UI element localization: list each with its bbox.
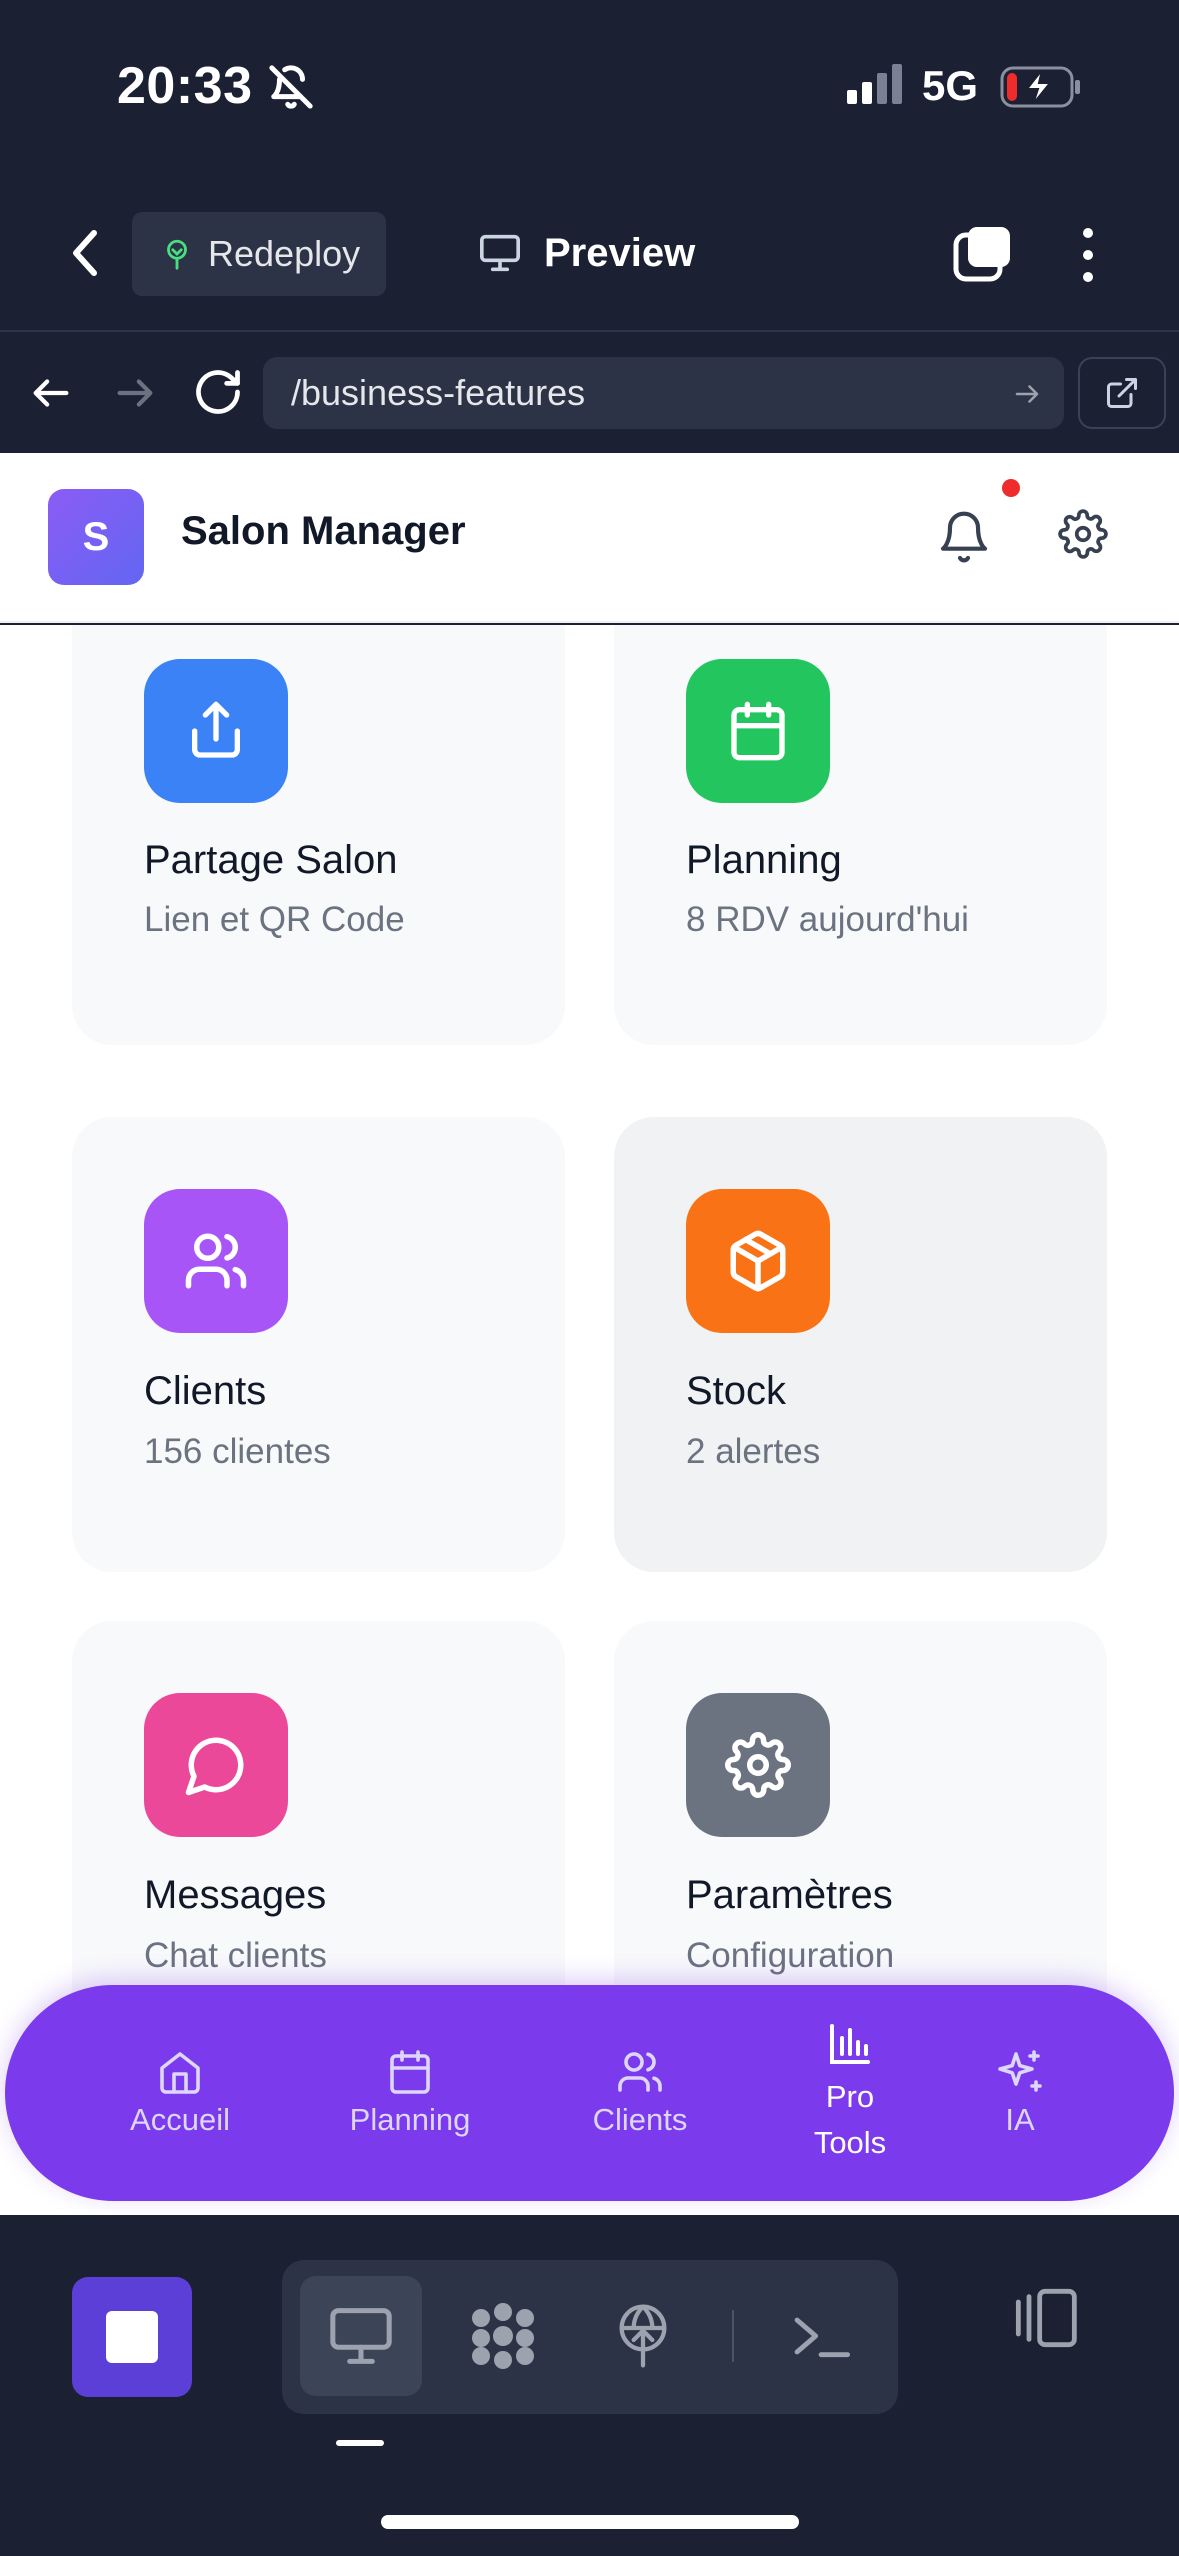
nav-label: Clients bbox=[592, 2102, 688, 2137]
bell-icon[interactable] bbox=[936, 509, 992, 565]
url-row: /business-features bbox=[0, 330, 1179, 453]
status-time: 20:33 bbox=[117, 57, 253, 115]
dev-dock bbox=[0, 2215, 1179, 2556]
bar-chart-icon bbox=[830, 2024, 870, 2064]
chevron-left-icon[interactable] bbox=[62, 225, 110, 281]
card-title: Stock bbox=[686, 1369, 787, 1413]
stop-icon bbox=[106, 2311, 158, 2363]
nav-label: Accueil bbox=[130, 2102, 230, 2137]
salon-avatar[interactable]: S bbox=[48, 489, 144, 585]
network-type: 5G bbox=[922, 62, 979, 109]
arrow-right-icon[interactable] bbox=[112, 370, 158, 416]
redeploy-button[interactable]: Redeploy bbox=[132, 212, 386, 296]
package-icon bbox=[686, 1189, 830, 1333]
card-planning[interactable]: Planning 8 RDV aujourd'hui bbox=[614, 625, 1107, 1045]
notification-dot bbox=[1002, 479, 1020, 497]
app-header: S Salon Manager bbox=[0, 453, 1179, 623]
preview-label: Preview bbox=[544, 230, 696, 275]
nav-ia[interactable]: IA bbox=[945, 1985, 1095, 2201]
nav-label: Pro Tools bbox=[813, 2079, 887, 2160]
terminal-icon bbox=[794, 2317, 851, 2358]
users-icon bbox=[144, 1189, 288, 1333]
card-title: Paramètres bbox=[686, 1873, 893, 1917]
url-text: /business-features bbox=[291, 372, 586, 413]
message-icon bbox=[144, 1693, 288, 1837]
monitor-icon bbox=[480, 234, 520, 272]
settings-gear-icon[interactable] bbox=[1058, 509, 1108, 559]
nav-pro-tools[interactable]: Pro Tools bbox=[755, 1985, 945, 2201]
redeploy-label: Redeploy bbox=[208, 233, 361, 274]
battery-charging-icon bbox=[1000, 66, 1080, 108]
share-icon bbox=[144, 659, 288, 803]
more-vertical-icon[interactable] bbox=[1078, 225, 1098, 285]
open-external-button[interactable] bbox=[1078, 357, 1166, 429]
cluster-icon bbox=[472, 2303, 534, 2369]
url-input[interactable]: /business-features bbox=[263, 357, 1064, 429]
preview-toggle[interactable]: Preview bbox=[478, 223, 695, 283]
nav-label: Planning bbox=[349, 2102, 471, 2137]
active-indicator bbox=[336, 2440, 384, 2446]
calendar-icon bbox=[686, 659, 830, 803]
card-title: Clients bbox=[144, 1369, 267, 1413]
bell-off-icon bbox=[269, 65, 313, 109]
preview-view-button[interactable] bbox=[300, 2276, 422, 2396]
globe-upload-icon bbox=[619, 2304, 667, 2368]
calendar-icon bbox=[390, 2050, 430, 2094]
stop-button[interactable] bbox=[72, 2277, 192, 2397]
deploy-view-button[interactable] bbox=[582, 2276, 704, 2396]
app-title: Salon Manager bbox=[181, 509, 466, 553]
home-indicator[interactable] bbox=[381, 2515, 799, 2529]
card-subtitle: Lien et QR Code bbox=[144, 900, 405, 939]
home-icon bbox=[160, 2052, 200, 2094]
users-icon bbox=[618, 2052, 662, 2092]
reload-icon[interactable] bbox=[192, 366, 244, 418]
sparkles-icon bbox=[998, 2050, 1042, 2092]
card-title: Partage Salon bbox=[144, 838, 398, 882]
terminal-view-button[interactable] bbox=[760, 2276, 882, 2396]
go-arrow-icon[interactable] bbox=[1012, 379, 1042, 409]
card-subtitle: 8 RDV aujourd'hui bbox=[686, 900, 969, 939]
external-link-icon bbox=[1107, 378, 1137, 408]
card-subtitle: Chat clients bbox=[144, 1936, 327, 1975]
card-title: Planning bbox=[686, 838, 842, 882]
card-subtitle: 2 alertes bbox=[686, 1432, 821, 1471]
tabs-icon[interactable] bbox=[952, 223, 1014, 285]
nav-planning[interactable]: Planning bbox=[295, 1985, 525, 2201]
divider bbox=[732, 2310, 734, 2362]
device-layout-icon[interactable] bbox=[1005, 2285, 1085, 2351]
tree-icon bbox=[167, 239, 187, 270]
card-title: Messages bbox=[144, 1873, 327, 1917]
card-partage-salon[interactable]: Partage Salon Lien et QR Code bbox=[72, 625, 565, 1045]
bottom-nav: Accueil Planning Clients Pro Tools IA bbox=[5, 1985, 1174, 2201]
card-subtitle: Configuration bbox=[686, 1936, 895, 1975]
monitor-icon bbox=[330, 2308, 392, 2364]
nav-clients[interactable]: Clients bbox=[525, 1985, 755, 2201]
gear-icon bbox=[686, 1693, 830, 1837]
view-switcher bbox=[282, 2260, 898, 2414]
nav-accueil[interactable]: Accueil bbox=[65, 1985, 295, 2201]
card-clients[interactable]: Clients 156 clientes bbox=[72, 1117, 565, 1572]
browser-toolbar: Redeploy Preview bbox=[0, 175, 1179, 330]
ai-view-button[interactable] bbox=[442, 2276, 564, 2396]
card-stock[interactable]: Stock 2 alertes bbox=[614, 1117, 1107, 1572]
features-grid: Partage Salon Lien et QR Code Planning 8… bbox=[0, 625, 1179, 2215]
nav-label: IA bbox=[1005, 2102, 1035, 2137]
status-bar: 20:33 5G bbox=[0, 0, 1179, 175]
card-subtitle: 156 clientes bbox=[144, 1432, 331, 1471]
arrow-left-icon[interactable] bbox=[28, 370, 74, 416]
signal-icon bbox=[847, 64, 902, 104]
